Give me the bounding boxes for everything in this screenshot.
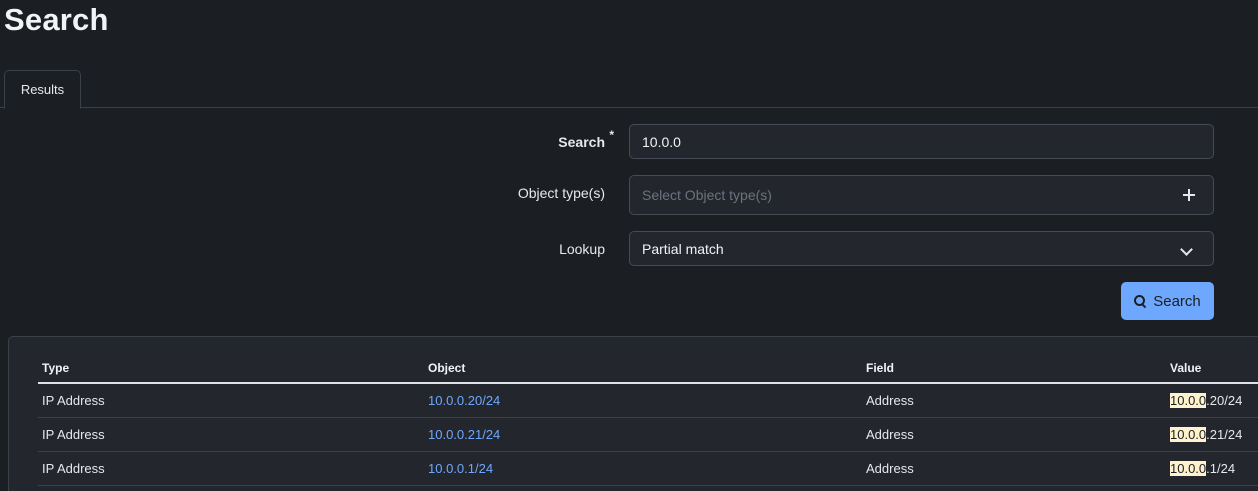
- column-header-object[interactable]: Object: [424, 354, 862, 384]
- search-button[interactable]: Search: [1121, 282, 1214, 320]
- results-panel: Type Object Field Value IP Address 10.0.…: [8, 336, 1258, 491]
- cell-object: 10.0.0.1/24: [424, 451, 862, 486]
- required-mark: *: [609, 128, 614, 142]
- match-highlight: 10.0.0: [1170, 392, 1207, 408]
- value-remainder: .20/24: [1206, 392, 1243, 408]
- value-remainder: .1/24: [1206, 460, 1236, 476]
- object-types-select[interactable]: Select Object type(s): [629, 175, 1214, 215]
- table-row: IP Address 10.0.0.1/24 Address 10.0.0.1/…: [38, 451, 1258, 486]
- page-title: Search: [4, 2, 109, 37]
- column-header-field[interactable]: Field: [862, 354, 1166, 384]
- plus-icon[interactable]: [1183, 189, 1195, 201]
- cell-type: IP Address: [38, 451, 424, 486]
- object-link[interactable]: 10.0.0.1/24: [428, 461, 493, 476]
- lookup-row: Lookup Partial match: [0, 231, 1258, 266]
- tab-bar: Results: [0, 70, 1258, 109]
- cell-type: IP Address: [38, 417, 424, 452]
- object-link[interactable]: 10.0.0.20/24: [428, 393, 500, 408]
- cell-field: Address: [862, 383, 1166, 418]
- search-input-value: 10.0.0: [642, 133, 681, 150]
- object-link[interactable]: 10.0.0.21/24: [428, 427, 500, 442]
- cell-object: 10.0.0.21/24: [424, 417, 862, 452]
- search-input[interactable]: 10.0.0: [629, 124, 1214, 159]
- search-row: Search * 10.0.0: [0, 124, 1258, 159]
- search-button-label: Search: [1153, 292, 1201, 310]
- search-label: Search *: [558, 128, 614, 150]
- chevron-down-icon: [1180, 243, 1193, 256]
- object-types-label: Object type(s): [517, 185, 605, 201]
- cell-value: 10.0.0.20/24: [1166, 383, 1258, 418]
- table-row: IP Address 10.0.0.21/24 Address 10.0.0.2…: [38, 417, 1258, 452]
- cell-object: 10.0.0.20/24: [424, 383, 862, 418]
- cell-field: Address: [862, 417, 1166, 452]
- cell-value: 10.0.0.21/24: [1166, 417, 1258, 452]
- lookup-select[interactable]: Partial match: [629, 231, 1214, 266]
- lookup-label: Lookup: [559, 241, 605, 257]
- table-header-row: Type Object Field Value: [38, 354, 1258, 384]
- search-icon: [1134, 295, 1146, 307]
- cell-field: Address: [862, 451, 1166, 486]
- object-types-row: Object type(s) Select Object type(s): [0, 175, 1258, 215]
- column-header-value[interactable]: Value: [1166, 354, 1258, 384]
- match-highlight: 10.0.0: [1170, 460, 1207, 476]
- results-table: Type Object Field Value IP Address 10.0.…: [38, 354, 1258, 486]
- cell-type: IP Address: [38, 383, 424, 418]
- search-label-text: Search: [558, 134, 605, 150]
- lookup-select-value: Partial match: [642, 240, 724, 257]
- table-row: IP Address 10.0.0.20/24 Address 10.0.0.2…: [38, 383, 1258, 418]
- object-types-placeholder: Select Object type(s): [642, 187, 772, 203]
- cell-value: 10.0.0.1/24: [1166, 451, 1258, 486]
- tab-results[interactable]: Results: [4, 70, 81, 109]
- match-highlight: 10.0.0: [1170, 426, 1207, 442]
- column-header-type[interactable]: Type: [38, 354, 424, 384]
- value-remainder: .21/24: [1206, 426, 1243, 442]
